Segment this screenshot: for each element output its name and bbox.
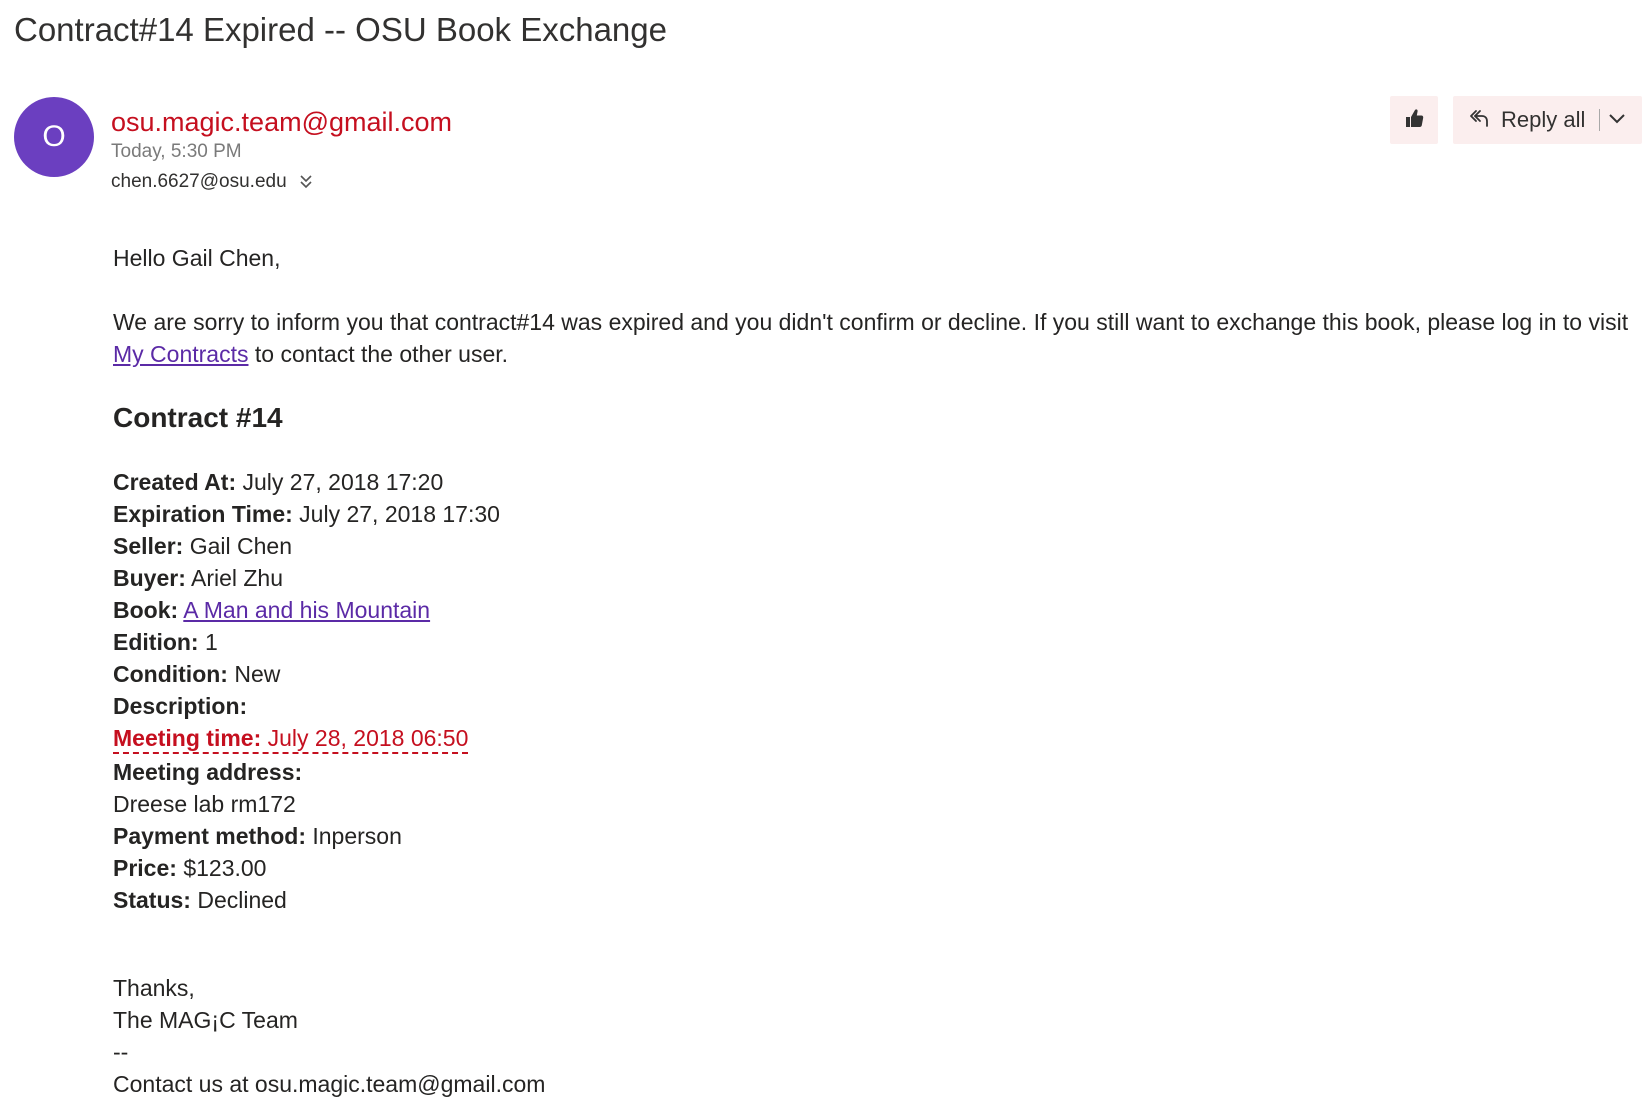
field-label: Meeting address: <box>113 759 303 785</box>
sender-address[interactable]: osu.magic.team@gmail.com <box>111 105 452 139</box>
avatar-initial: O <box>42 120 66 153</box>
field-label: Created At: <box>113 469 237 495</box>
intro-paragraph: We are sorry to inform you that contract… <box>113 306 1643 370</box>
email-body: Hello Gail Chen, We are sorry to inform … <box>113 242 1643 1100</box>
seller-field: Seller: Gail Chen <box>113 530 1643 562</box>
edition-field: Edition: 1 <box>113 626 1643 658</box>
chevron-down-icon <box>1609 111 1626 129</box>
reply-options-dropdown[interactable] <box>1600 96 1634 144</box>
field-label: Edition: <box>113 629 199 655</box>
signature-separator: -- <box>113 1039 129 1065</box>
reply-all-icon <box>1467 106 1491 135</box>
expand-recipients-icon[interactable] <box>299 174 313 190</box>
field-value: Ariel Zhu <box>190 565 284 591</box>
recipients-line: chen.6627@osu.edu <box>111 170 313 194</box>
contract-title: Contract #14 <box>113 402 283 433</box>
price-field: Price: $123.00 <box>113 852 1643 884</box>
field-value: July 27, 2018 17:30 <box>299 501 500 527</box>
sender-avatar[interactable]: O <box>14 97 94 177</box>
team-signature: The MAG¡C Team <box>113 1007 298 1033</box>
field-value: July 27, 2018 17:20 <box>242 469 444 495</box>
field-label: Condition: <box>113 661 228 687</box>
condition-field: Condition: New <box>113 658 1643 690</box>
field-label: Book: <box>113 597 179 623</box>
meeting-time-field[interactable]: Meeting time: July 28, 2018 06:50 <box>113 724 469 754</box>
field-value: Declined <box>197 887 287 913</box>
field-value: Inperson <box>312 823 402 849</box>
field-label: Price: <box>113 855 177 881</box>
expiration-field: Expiration Time: July 27, 2018 17:30 <box>113 498 1643 530</box>
reply-all-group: Reply all <box>1453 96 1642 144</box>
field-label: Expiration Time: <box>113 501 293 527</box>
payment-field: Payment method: Inperson <box>113 820 1643 852</box>
field-value: Gail Chen <box>189 533 292 559</box>
meeting-address-field: Meeting address: <box>113 756 1643 788</box>
field-label: Status: <box>113 887 191 913</box>
email-timestamp: Today, 5:30 PM <box>111 141 242 162</box>
recipient-address[interactable]: chen.6627@osu.edu <box>111 170 287 194</box>
buyer-field: Buyer: Ariel Zhu <box>113 562 1643 594</box>
book-link[interactable]: A Man and his Mountain <box>183 597 430 623</box>
intro-text-end: to contact the other user. <box>248 341 509 367</box>
created-at-field: Created At: July 27, 2018 17:20 <box>113 466 1643 498</box>
field-value: New <box>234 661 281 687</box>
field-label: Payment method: <box>113 823 306 849</box>
field-value: 1 <box>204 629 218 655</box>
thumbs-up-icon <box>1403 107 1425 134</box>
field-label: Meeting time: <box>113 725 262 751</box>
intro-text: We are sorry to inform you that contract… <box>113 309 1629 335</box>
book-field: Book: A Man and his Mountain <box>113 594 1643 626</box>
field-label: Description: <box>113 693 248 719</box>
status-field: Status: Declined <box>113 884 1643 916</box>
meeting-address-value: Dreese lab rm172 <box>113 791 296 817</box>
my-contracts-link[interactable]: My Contracts <box>113 341 248 367</box>
field-label: Seller: <box>113 533 184 559</box>
reply-all-button[interactable]: Reply all <box>1453 96 1585 144</box>
like-button[interactable] <box>1390 96 1438 144</box>
field-value: $123.00 <box>183 855 267 881</box>
greeting: Hello Gail Chen, <box>113 245 281 271</box>
field-label: Buyer: <box>113 565 186 591</box>
description-field: Description: <box>113 690 1643 722</box>
email-subject: Contract#14 Expired -- OSU Book Exchange <box>14 11 667 48</box>
reply-all-label: Reply all <box>1501 107 1586 132</box>
meeting-time-value: July 28, 2018 06:50 <box>267 725 469 751</box>
signoff: Thanks, <box>113 975 195 1001</box>
contact-line: Contact us at osu.magic.team@gmail.com <box>113 1071 546 1097</box>
